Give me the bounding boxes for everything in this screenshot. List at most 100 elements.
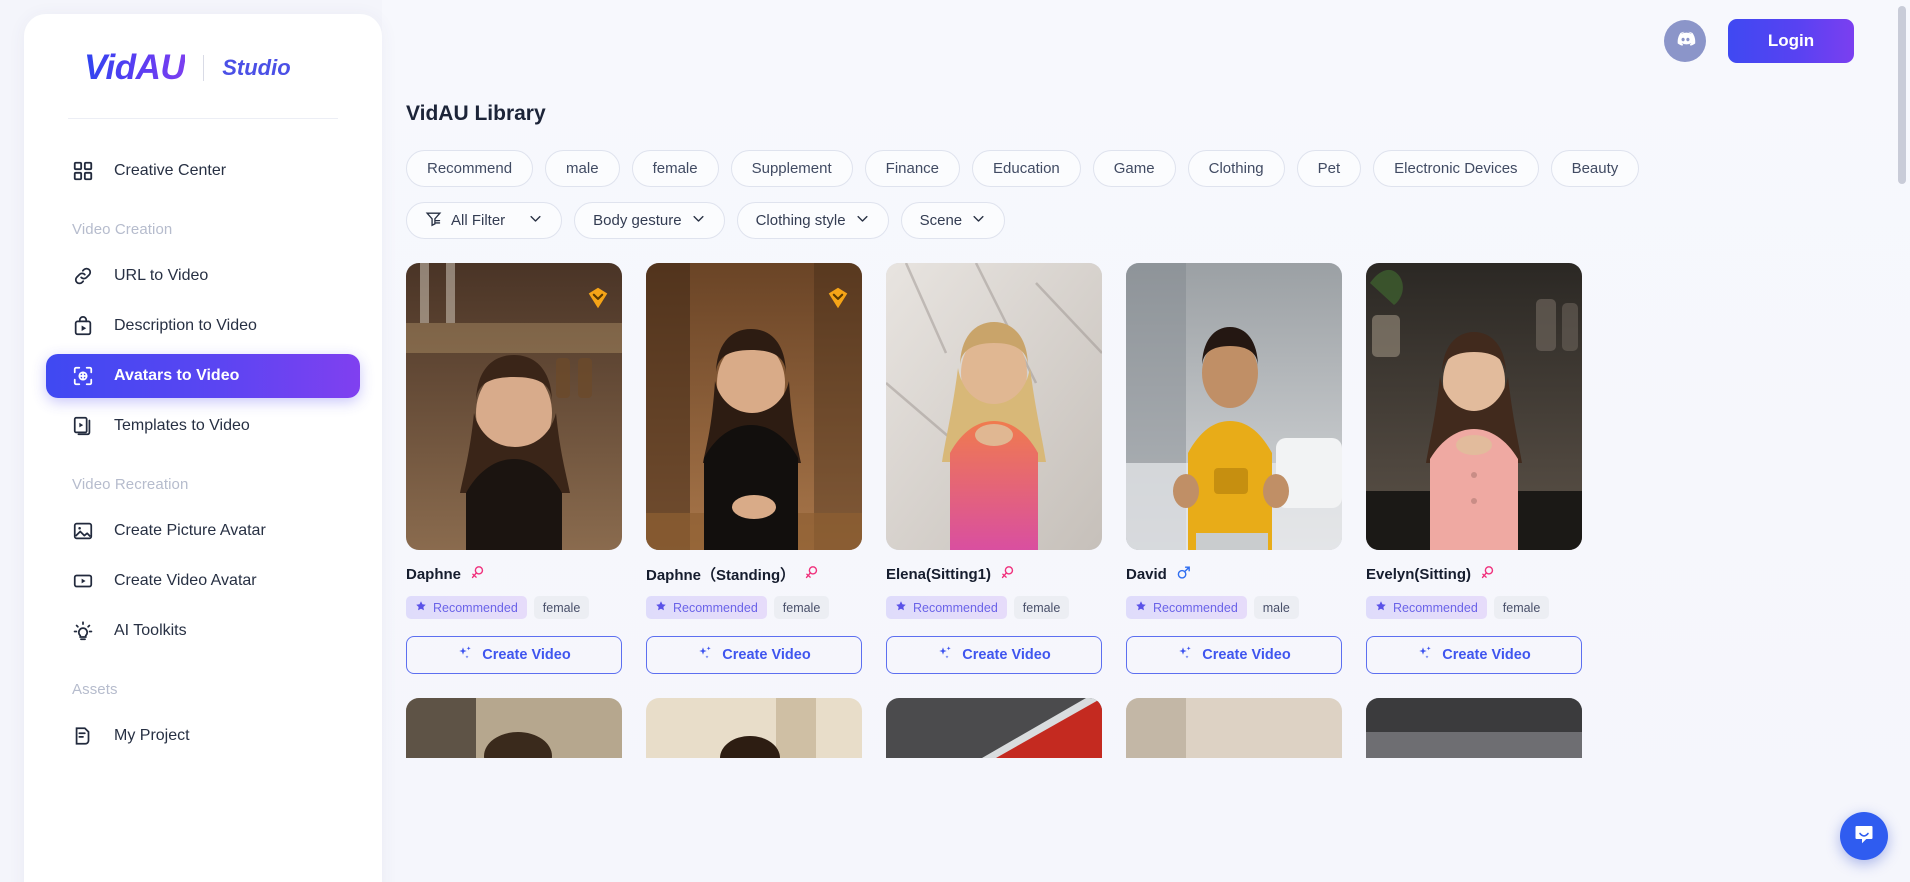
premium-badge-icon [585,285,611,311]
avatar-thumbnail[interactable] [646,263,862,550]
create-video-button[interactable]: Create Video [886,636,1102,674]
filter-label: Body gesture [593,212,682,229]
avatar-card[interactable]: Evelyn(Sitting) Recommended female Creat… [1366,263,1582,674]
avatar-frame-icon [72,365,94,387]
filter-scene[interactable]: Scene [900,202,1006,239]
sparkles-icon [697,645,713,665]
filter-clothing-style[interactable]: Clothing style [736,202,889,239]
category-pill-pet[interactable]: Pet [1296,150,1362,187]
avatar-tags: Recommended male [1126,596,1342,619]
avatar-card[interactable]: Daphne Recommended female Create Video [406,263,622,674]
gender-tag: female [773,596,830,619]
category-pill-clothing[interactable]: Clothing [1187,150,1285,187]
sidebar-item-create-picture-avatar[interactable]: Create Picture Avatar [46,509,360,553]
avatar-image [886,698,1102,758]
recommended-badge: Recommended [886,596,1007,619]
brand[interactable]: VidAU Studio [24,14,382,88]
sidebar-item-label: AI Toolkits [114,622,187,639]
gender-female-icon [469,564,486,585]
login-button[interactable]: Login [1728,19,1854,63]
avatar-tags: Recommended female [1366,596,1582,619]
category-pill-education[interactable]: Education [972,150,1081,187]
avatar-name-row: Daphne（Standing） [646,564,862,585]
filter-all-filter[interactable]: All Filter [406,202,563,239]
chevron-down-icon [971,211,986,230]
avatar-thumbnail[interactable] [1126,263,1342,550]
discord-button[interactable] [1664,20,1706,62]
avatar-card[interactable]: Daphne（Standing） Recommended female Crea… [646,263,862,674]
recommended-badge: Recommended [1126,596,1247,619]
filter-label: All Filter [451,212,506,229]
create-video-button[interactable]: Create Video [406,636,622,674]
category-pill-finance[interactable]: Finance [864,150,961,187]
avatar-name: David [1126,566,1167,583]
sidebar-item-create-video-avatar[interactable]: Create Video Avatar [46,559,360,603]
avatar-thumbnail[interactable] [646,698,862,758]
sidebar-item-ai-toolkits[interactable]: AI Toolkits [46,609,360,653]
sidebar-item-url-to-video[interactable]: URL to Video [46,254,360,298]
avatar-thumbnail[interactable] [886,263,1102,550]
sidebar: VidAU Studio Creative Center Video Creat… [24,14,382,882]
chevron-down-icon [528,211,543,230]
sidebar-item-my-project[interactable]: My Project [46,714,360,758]
avatar-thumbnail[interactable] [886,698,1102,758]
sidebar-item-label: My Project [114,727,190,744]
create-video-button[interactable]: Create Video [1126,636,1342,674]
sidebar-item-creative-center[interactable]: Creative Center [46,149,360,193]
app-root: VidAU Studio Creative Center Video Creat… [0,0,1910,882]
page-title: VidAU Library [406,102,546,125]
top-bar: Login [382,0,1910,82]
filter-body-gesture[interactable]: Body gesture [574,202,725,239]
avatar-image [646,698,862,758]
filter-label: Clothing style [755,212,846,229]
sidebar-item-avatars-to-video[interactable]: Avatars to Video [46,354,360,398]
recommended-label: Recommended [433,600,518,615]
create-video-label: Create Video [1202,647,1291,663]
sidebar-section-video-creation: Video Creation [72,221,173,238]
sidebar-item-label: Templates to Video [114,417,250,434]
category-pill-recommend[interactable]: Recommend [406,150,534,187]
recommended-label: Recommended [913,600,998,615]
avatar-thumbnail[interactable] [406,698,622,758]
avatar-thumbnail[interactable] [1366,263,1582,550]
description-icon [72,315,94,337]
category-pill-game[interactable]: Game [1092,150,1176,187]
sidebar-item-description-to-video[interactable]: Description to Video [46,304,360,348]
scrollbar-thumb[interactable] [1898,6,1906,184]
avatar-card[interactable]: David Recommended male Create Video [1126,263,1342,674]
avatar-image [1366,263,1582,550]
avatar-thumbnail[interactable] [1366,698,1582,758]
star-icon [1375,600,1387,615]
create-video-button[interactable]: Create Video [1366,636,1582,674]
avatar-thumbnail[interactable] [1126,698,1342,758]
category-pill-beauty[interactable]: Beauty [1550,150,1640,187]
create-video-label: Create Video [1442,647,1531,663]
bulb-icon [72,620,94,642]
discord-icon [1674,27,1697,55]
gender-female-icon [803,564,820,585]
gender-male-icon [1175,564,1192,585]
sparkles-icon [457,645,473,665]
sidebar-item-templates-to-video[interactable]: Templates to Video [46,404,360,448]
avatar-thumbnail[interactable] [406,263,622,550]
avatar-name-row: Elena(Sitting1) [886,564,1102,585]
create-video-button[interactable]: Create Video [646,636,862,674]
page-scrollbar[interactable] [1898,6,1906,876]
avatar-card[interactable]: Elena(Sitting1) Recommended female Creat… [886,263,1102,674]
category-pill-female[interactable]: female [631,150,719,187]
star-icon [895,600,907,615]
main-content: Login VidAU Library Recommend male femal… [382,0,1910,882]
category-pill-male[interactable]: male [545,150,620,187]
sidebar-section-video-recreation: Video Recreation [72,476,189,493]
gender-tag: male [1253,596,1299,619]
create-video-label: Create Video [722,647,811,663]
avatar-tags: Recommended female [406,596,622,619]
category-pill-supplement[interactable]: Supplement [730,150,853,187]
sparkles-icon [1177,645,1193,665]
sidebar-item-label: Creative Center [114,162,227,179]
category-pill-electronic-devices[interactable]: Electronic Devices [1373,150,1539,187]
chat-support-button[interactable] [1840,812,1888,860]
gender-tag: female [1493,596,1550,619]
star-icon [415,600,427,615]
link-icon [72,265,94,287]
